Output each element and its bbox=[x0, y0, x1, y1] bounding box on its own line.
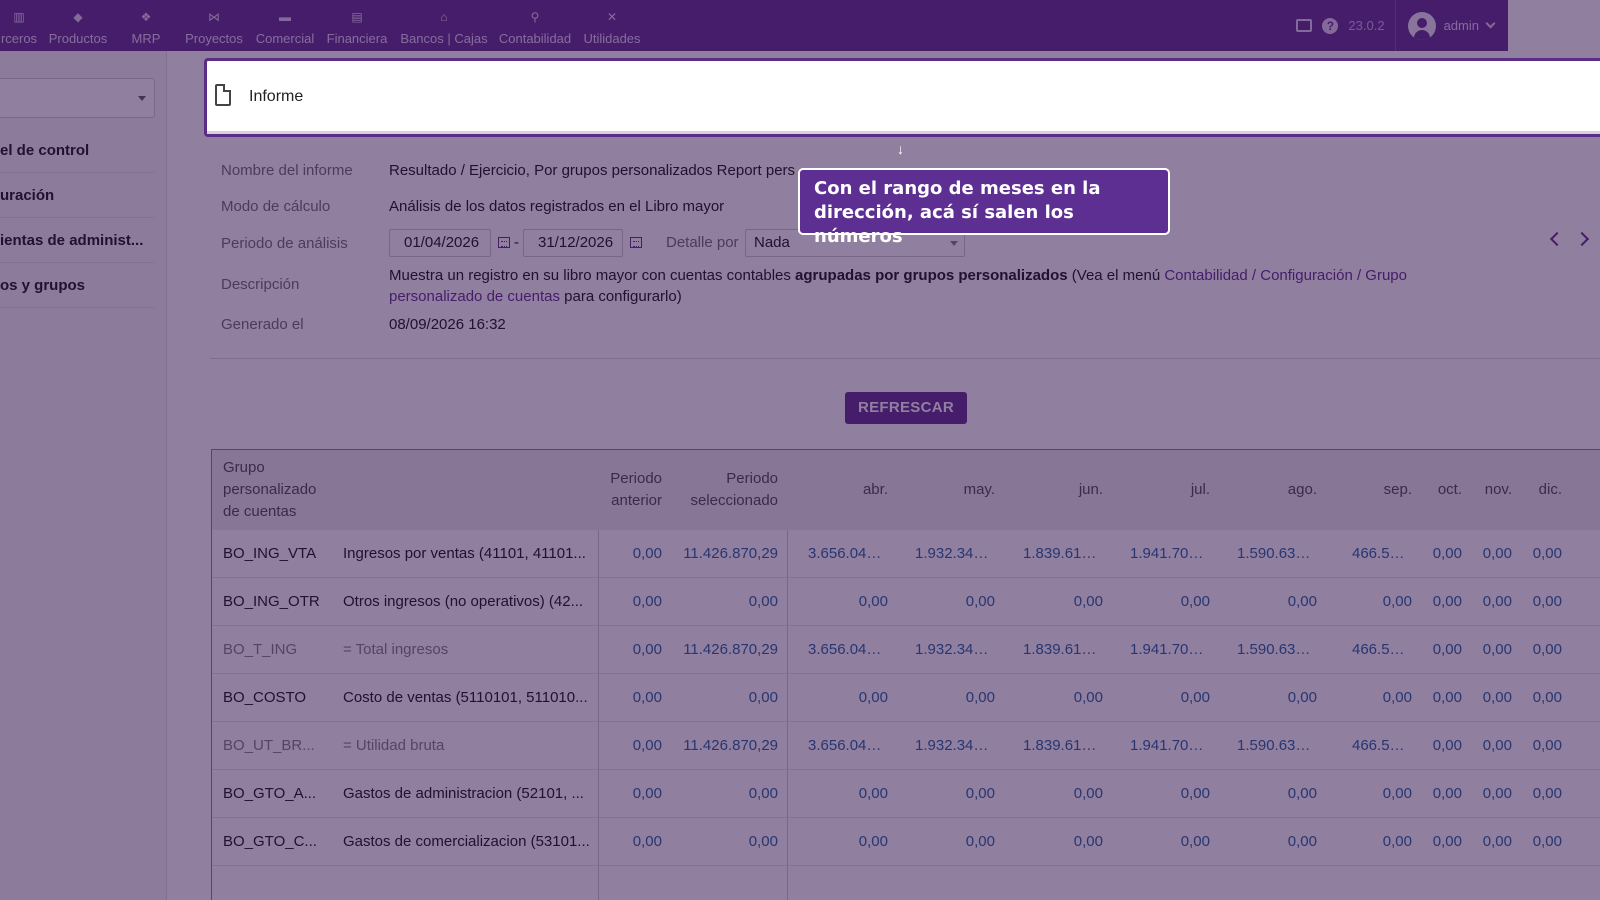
tour-tooltip: Con el rango de meses en la dirección, a… bbox=[798, 168, 1170, 247]
spotlight-card: Informe bbox=[204, 58, 1600, 137]
arrow-down-icon: ↓ bbox=[897, 141, 904, 157]
spotlight-title: Informe bbox=[249, 88, 304, 105]
document-icon bbox=[215, 84, 231, 106]
